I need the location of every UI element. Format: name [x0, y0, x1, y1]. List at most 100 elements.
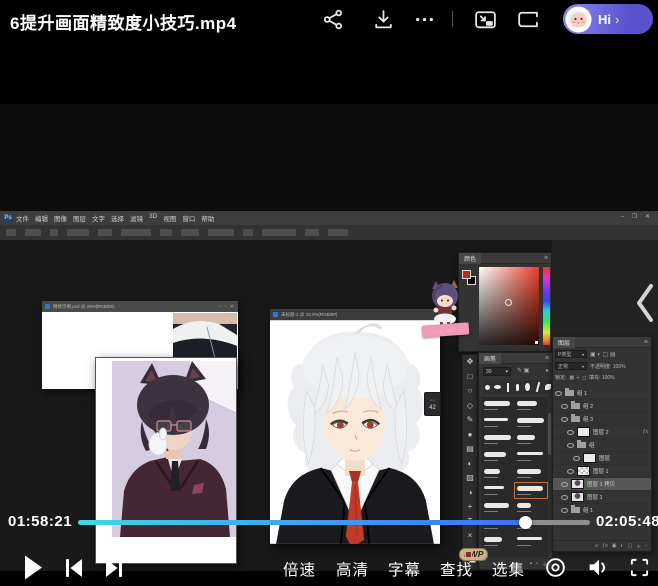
ps-menu-item: 窗口: [182, 213, 195, 223]
find-button[interactable]: 查找: [440, 558, 473, 580]
share-icon[interactable]: [322, 8, 345, 31]
blend-mode-dropdown: 正常▾: [555, 362, 587, 370]
brush-tip: [513, 380, 522, 394]
ps-menu-bar: Ps 文件 编辑 图像 图层 文字 选择 滤镜 3D 视图 窗口 帮助 ‒ ❒ …: [0, 211, 658, 225]
brush-preset: [515, 449, 547, 464]
gradient-tool-icon: ▨: [463, 471, 477, 486]
subtitles-button[interactable]: 字幕: [388, 558, 421, 580]
fill-label: 填充: 100%: [589, 374, 615, 381]
artwork-cat-ear-man: [112, 361, 236, 537]
ps-brush-panel: 画笔 ≡ 30 ▾ ✎ ▣ ▸: [478, 352, 553, 570]
panel-menu-icon: ≡: [544, 255, 548, 262]
episodes-button[interactable]: 选集: [492, 558, 525, 580]
ps-doc1-window-buttons: ‒ ▫ ✕: [218, 304, 235, 310]
download-icon[interactable]: [372, 8, 395, 31]
picture-in-picture-icon[interactable]: [473, 8, 498, 31]
layer-row-selected: 图层 1 拷贝: [553, 478, 651, 491]
marquee-tool-icon: □: [463, 370, 477, 385]
toolbar-divider: [452, 11, 453, 27]
layer-row: 图层 1: [553, 491, 651, 504]
ps-menu-item: 文件: [16, 213, 29, 223]
color-panel-tab: 颜色: [459, 253, 481, 264]
previous-button[interactable]: [63, 557, 85, 579]
ps-document-window-2: [95, 357, 237, 564]
progress-thumb[interactable]: [519, 516, 532, 529]
video-player-window: 6提升画面精致度小技巧.mp4: [0, 0, 658, 586]
progress-bar[interactable]: [78, 520, 590, 525]
brush-size-field: 30 ▾: [483, 367, 511, 376]
brush-size-value: 30: [486, 369, 492, 375]
gradient-corner-dot: [535, 341, 538, 344]
quality-button[interactable]: 高清: [336, 558, 369, 580]
ps-menu-item: 帮助: [201, 213, 214, 223]
eraser-tool-icon: ◐: [463, 457, 477, 472]
volume-icon[interactable]: [586, 556, 610, 579]
brush-tip: [493, 380, 502, 394]
lock-label: 锁定:: [555, 374, 566, 381]
assistant-avatar: [565, 6, 592, 33]
fullscreen-icon[interactable]: [629, 557, 650, 578]
brush-tip: [533, 380, 542, 394]
brush-preset: [515, 534, 547, 549]
ps-menu-item: 3D: [149, 213, 157, 223]
next-button[interactable]: [103, 557, 125, 579]
hi-assistant-button[interactable]: Hi ›: [563, 4, 653, 34]
brush-preset: [482, 466, 514, 481]
layers-list: 组 1 组 2 组 3 图层 2ƒx 组 图层 图层 1 图层 1 拷贝 图层 …: [553, 387, 651, 517]
brush-preset: [482, 449, 514, 464]
opacity-label: 不透明度: 100%: [590, 363, 626, 370]
layer-row: 组 1: [553, 387, 651, 400]
layer-filter-dropdown: P类型▾: [555, 350, 587, 358]
watermark-text: ·· ····· · ···· ··: [428, 326, 463, 333]
brush-tool-icon: ●: [463, 428, 477, 443]
video-frame[interactable]: Ps 文件 编辑 图像 图层 文字 选择 滤镜 3D 视图 窗口 帮助 ‒ ❒ …: [0, 104, 658, 478]
brush-preset: [482, 500, 514, 515]
progress-fill: [78, 520, 525, 525]
brush-tip: [503, 380, 512, 394]
brush-preset-list: [481, 397, 548, 557]
brush-panel-tab: 画笔: [479, 353, 501, 364]
brush-preset: [482, 483, 514, 498]
brush-preset: [515, 500, 547, 515]
tooltip-value: 42: [429, 405, 436, 411]
artwork-white-hair-man: [270, 320, 440, 544]
brush-preset: [482, 432, 514, 447]
folder-icon: ▫: [536, 561, 538, 567]
eyedropper-tool-icon: ✎: [463, 413, 477, 428]
brush-tip: [523, 380, 532, 394]
color-gradient-field: [479, 267, 539, 345]
playback-speed-button[interactable]: 倍速: [283, 558, 316, 580]
foreground-color-swatch: [462, 270, 471, 279]
current-time: 01:58:21: [8, 513, 72, 530]
brush-settings-icon: ✎ ▣: [517, 367, 529, 374]
settings-icon[interactable]: [544, 556, 567, 579]
adjustment-layer-icon: ◐: [620, 543, 623, 549]
mini-window-mode-icon[interactable]: [515, 8, 540, 31]
play-button[interactable]: [21, 554, 45, 581]
layer-row: 组 2: [553, 400, 651, 413]
ps-menu-item: 编辑: [35, 213, 48, 223]
hi-label: Hi: [598, 12, 611, 27]
layer-mask-icon: ▣: [612, 543, 617, 549]
ps-menu-item: 图层: [73, 213, 86, 223]
more-options-icon[interactable]: [413, 8, 436, 31]
brush-preset: [515, 415, 547, 430]
ps-doc2-title-bar: 未标题-1 @ 33.3%(RGB/8#): [270, 309, 440, 320]
ps-color-panel: 颜色 ≡: [458, 252, 552, 352]
brush-panel-scrollbar: [548, 413, 551, 455]
move-tool-icon: ✥: [463, 355, 477, 370]
brush-size-tooltip: ▫ ▫ 42: [424, 392, 441, 416]
ps-window-controls: ‒ ❒ ✕: [621, 213, 653, 220]
playlist-drawer-toggle[interactable]: [633, 276, 657, 330]
blend-mode-value: 正常: [558, 363, 568, 370]
dodge-tool-icon: ◑: [463, 486, 477, 501]
photoshop-logo-icon: Ps: [3, 213, 13, 223]
new-brush-icon: ▪: [530, 561, 532, 567]
ps-doc1-title: 精修示例.psd @ 25%(RGB/8#): [53, 304, 115, 310]
chibi-character: [424, 280, 466, 326]
ps-doc1-title-bar: 精修示例.psd @ 25%(RGB/8#) ‒ ▫ ✕: [42, 301, 238, 312]
mascot-watermark: ·· ····· · ···· ··: [424, 280, 472, 340]
brush-preset: [482, 415, 514, 430]
layer-row: 组: [553, 439, 651, 452]
top-bar: 6提升画面精致度小技巧.mp4: [0, 0, 658, 40]
